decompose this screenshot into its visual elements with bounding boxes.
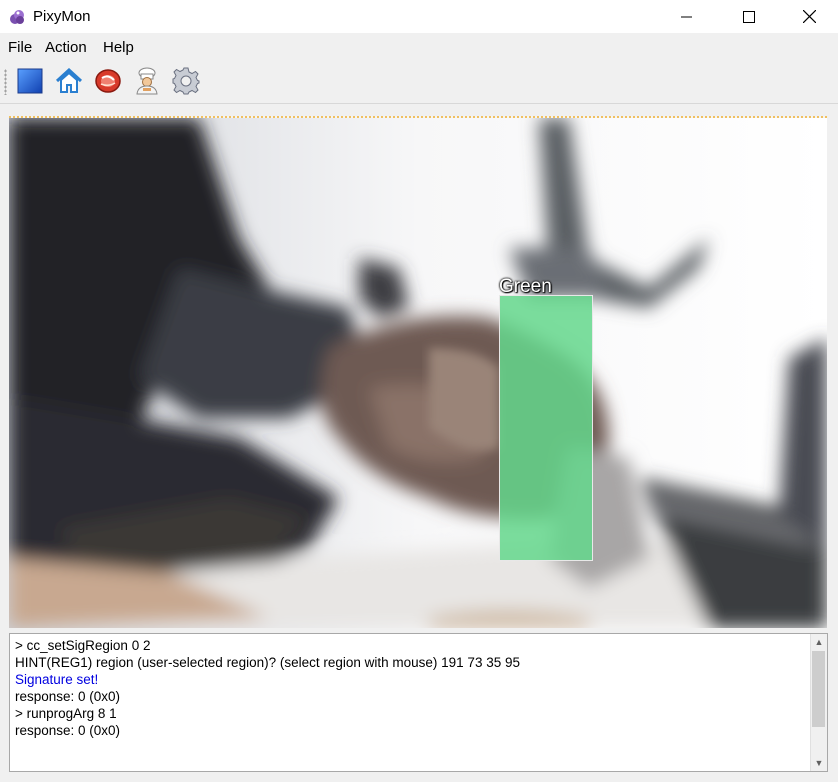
minimize-button[interactable] (664, 0, 710, 33)
console-lines: > cc_setSigRegion 0 2 HINT(REG1) region … (15, 637, 810, 739)
cooked-video-button[interactable] (132, 67, 162, 97)
configure-button[interactable] (171, 67, 201, 97)
console-line: HINT(REG1) region (user-selected region)… (15, 655, 520, 670)
toolbar-grip (4, 69, 7, 95)
menu-bar: File Action Help (0, 35, 838, 59)
pixymon-logo-icon (7, 7, 27, 27)
console-line: response: 0 (0x0) (15, 689, 121, 704)
home-icon (55, 67, 83, 97)
detection-box[interactable] (499, 295, 593, 561)
toolbar (0, 61, 838, 104)
video-view[interactable]: Green (9, 116, 827, 628)
close-button[interactable] (786, 0, 832, 33)
chef-icon (134, 67, 160, 98)
scroll-down-icon[interactable]: ▼ (811, 755, 827, 771)
meat-icon (94, 68, 122, 97)
menu-action[interactable]: Action (45, 39, 87, 56)
blue-square-icon (17, 68, 43, 97)
console-line: response: 0 (0x0) (15, 723, 121, 738)
console-scrollbar[interactable]: ▲ ▼ (810, 634, 827, 771)
menu-help[interactable]: Help (103, 39, 134, 56)
console-line: > runprogArg 8 1 (15, 706, 117, 721)
camera-image (9, 118, 827, 628)
run-stop-button[interactable] (15, 67, 45, 97)
default-program-button[interactable] (54, 67, 84, 97)
console-line: Signature set! (15, 672, 99, 687)
console-line: > cc_setSigRegion 0 2 (15, 638, 151, 653)
maximize-button[interactable] (726, 0, 772, 33)
window-title: PixyMon (33, 8, 91, 25)
gear-icon (172, 67, 200, 98)
menu-file[interactable]: File (8, 39, 32, 56)
title-bar: PixyMon (0, 0, 838, 33)
scroll-up-icon[interactable]: ▲ (811, 634, 827, 650)
console-output[interactable]: > cc_setSigRegion 0 2 HINT(REG1) region … (9, 633, 828, 772)
scrollbar-thumb[interactable] (812, 651, 825, 727)
raw-frame-button[interactable] (93, 67, 123, 97)
